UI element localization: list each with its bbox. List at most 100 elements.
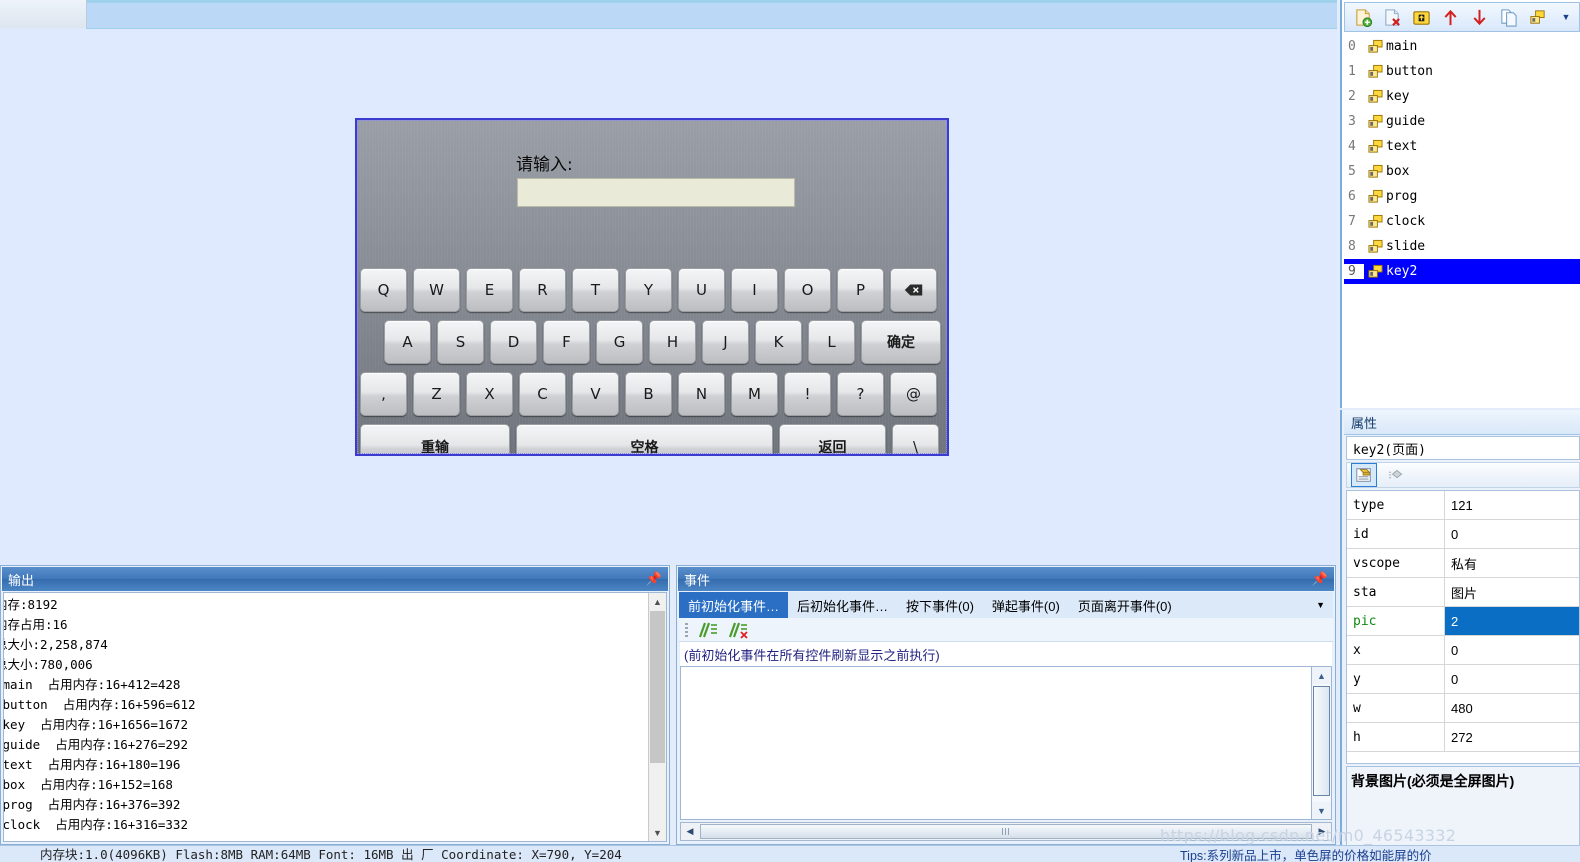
tab-page-leave-event[interactable]: 页面离开事件(0) bbox=[1069, 592, 1181, 618]
tab-pre-init-event[interactable]: 前初始化事件… bbox=[679, 592, 789, 623]
key-z[interactable]: Z bbox=[413, 372, 460, 416]
toolbar-grip[interactable] bbox=[685, 622, 688, 637]
property-row-pic[interactable]: pic 2 bbox=[1347, 607, 1579, 636]
property-row-h[interactable]: h 272 bbox=[1347, 723, 1579, 752]
property-value[interactable]: 私有 bbox=[1445, 549, 1579, 577]
page-list-item-button[interactable]: 1 button bbox=[1344, 59, 1580, 84]
key-question[interactable]: ? bbox=[837, 372, 884, 416]
key-l[interactable]: L bbox=[808, 320, 855, 364]
page-list-item-box[interactable]: 5 box bbox=[1344, 159, 1580, 184]
tab-release-event[interactable]: 弹起事件(0) bbox=[983, 592, 1069, 618]
key-q[interactable]: Q bbox=[360, 268, 407, 312]
page-list-item-key[interactable]: 2 key bbox=[1344, 84, 1580, 109]
page-list-item-main[interactable]: 0 main bbox=[1344, 34, 1580, 59]
page-list-item-clock[interactable]: 7 clock bbox=[1344, 209, 1580, 234]
key-h[interactable]: H bbox=[649, 320, 696, 364]
scroll-down-icon[interactable]: ▼ bbox=[649, 824, 666, 841]
key-retype[interactable]: 重输 bbox=[360, 424, 510, 454]
key-comma[interactable]: , bbox=[360, 372, 407, 416]
key-c[interactable]: C bbox=[519, 372, 566, 416]
key-b[interactable]: B bbox=[625, 372, 672, 416]
key-g[interactable]: G bbox=[596, 320, 643, 364]
property-row-sta[interactable]: sta 图片 bbox=[1347, 578, 1579, 607]
page-group-icon[interactable] bbox=[1527, 7, 1547, 27]
key-i[interactable]: I bbox=[731, 268, 778, 312]
tab-press-event[interactable]: 按下事件(0) bbox=[897, 592, 983, 618]
output-vertical-scrollbar[interactable]: ▲ ▼ bbox=[648, 593, 666, 841]
key-j[interactable]: J bbox=[702, 320, 749, 364]
key-f[interactable]: F bbox=[543, 320, 590, 364]
key-x[interactable]: X bbox=[466, 372, 513, 416]
page-list-item-prog[interactable]: 6 prog bbox=[1344, 184, 1580, 209]
property-value[interactable]: 0 bbox=[1445, 665, 1579, 693]
key-n[interactable]: N bbox=[678, 372, 725, 416]
remove-comment-icon[interactable] bbox=[726, 621, 748, 639]
key-space[interactable]: 空格 bbox=[516, 424, 773, 454]
property-value[interactable]: 272 bbox=[1445, 723, 1579, 751]
key-u[interactable]: U bbox=[678, 268, 725, 312]
page-list-items[interactable]: 0 main 1 button 2 key 3 guide 4 text 5 box 6 prog 7 clo… bbox=[1344, 34, 1580, 408]
scroll-up-icon[interactable]: ▲ bbox=[649, 593, 666, 610]
events-icon[interactable] bbox=[1385, 464, 1409, 486]
key-k[interactable]: K bbox=[755, 320, 802, 364]
property-value[interactable]: 121 bbox=[1445, 491, 1579, 519]
key-return[interactable]: 返回 bbox=[779, 424, 886, 454]
editor-vertical-scrollbar[interactable]: ▲ ▼ bbox=[1311, 667, 1331, 819]
key-r[interactable]: R bbox=[519, 268, 566, 312]
backspace-icon[interactable] bbox=[890, 268, 937, 312]
page-list-item-slide[interactable]: 8 slide bbox=[1344, 234, 1580, 259]
key-exclaim[interactable]: ! bbox=[784, 372, 831, 416]
key-a[interactable]: A bbox=[384, 320, 431, 364]
page-list-item-key2[interactable]: 9 key2 bbox=[1344, 259, 1580, 284]
property-row-y[interactable]: y0 bbox=[1347, 665, 1579, 694]
page-list-item-text[interactable]: 4 text bbox=[1344, 134, 1580, 159]
delete-page-icon[interactable] bbox=[1382, 7, 1402, 27]
key-s[interactable]: S bbox=[437, 320, 484, 364]
properties-icon[interactable] bbox=[1351, 463, 1377, 487]
property-value[interactable]: 图片 bbox=[1445, 578, 1579, 606]
tab-post-init-event[interactable]: 后初始化事件… bbox=[788, 592, 897, 618]
scroll-up-icon[interactable]: ▲ bbox=[1312, 667, 1331, 684]
key-w[interactable]: W bbox=[413, 268, 460, 312]
key-at[interactable]: @ bbox=[890, 372, 937, 416]
import-page-icon[interactable] bbox=[1411, 7, 1431, 27]
property-value[interactable]: 2 bbox=[1445, 607, 1579, 635]
property-row-type[interactable]: type 121 bbox=[1347, 491, 1579, 520]
scroll-down-icon[interactable]: ▼ bbox=[1312, 802, 1331, 819]
property-value[interactable]: 0 bbox=[1445, 520, 1579, 548]
move-up-icon[interactable] bbox=[1440, 7, 1460, 27]
key-y[interactable]: Y bbox=[625, 268, 672, 312]
key-e[interactable]: E bbox=[466, 268, 513, 312]
property-row-x[interactable]: x0 bbox=[1347, 636, 1579, 665]
key-m[interactable]: M bbox=[731, 372, 778, 416]
key-v[interactable]: V bbox=[572, 372, 619, 416]
device-screen-preview[interactable]: 请输入: Q W E R T Y U I O P A S D F G H J K… bbox=[355, 118, 949, 456]
key-backslash[interactable]: \ bbox=[892, 424, 939, 454]
property-value[interactable]: 0 bbox=[1445, 636, 1579, 664]
key-d[interactable]: D bbox=[490, 320, 537, 364]
page-list-item-guide[interactable]: 3 guide bbox=[1344, 109, 1580, 134]
property-row-w[interactable]: w 480 bbox=[1347, 694, 1579, 723]
property-row-vscope[interactable]: vscope 私有 bbox=[1347, 549, 1579, 578]
device-text-input[interactable] bbox=[517, 178, 795, 207]
chevron-down-icon[interactable]: ▼ bbox=[1308, 592, 1333, 618]
key-confirm[interactable]: 确定 bbox=[861, 320, 941, 364]
property-row-id[interactable]: id 0 bbox=[1347, 520, 1579, 549]
output-text-area[interactable]: 可用内存:8192 全局内存占用:16 图片总大小:2,258,874 字库总大… bbox=[3, 592, 667, 842]
event-code-editor[interactable]: ▲ ▼ bbox=[680, 666, 1332, 820]
move-down-icon[interactable] bbox=[1469, 7, 1489, 27]
scroll-thumb[interactable] bbox=[1313, 686, 1330, 796]
add-page-icon[interactable] bbox=[1353, 7, 1373, 27]
scroll-left-icon[interactable]: ◀ bbox=[681, 823, 699, 840]
scroll-thumb[interactable] bbox=[650, 611, 665, 763]
dropdown-arrow-icon[interactable]: ▼ bbox=[1556, 7, 1576, 27]
key-t[interactable]: T bbox=[572, 268, 619, 312]
property-value[interactable]: 480 bbox=[1445, 694, 1579, 722]
event-code-text[interactable] bbox=[683, 669, 1311, 817]
properties-grid[interactable]: type 121 id 0 vscope 私有 sta 图片 pic 2 x 0 y 0 w 480 h 272 bbox=[1346, 490, 1580, 764]
key-o[interactable]: O bbox=[784, 268, 831, 312]
key-p[interactable]: P bbox=[837, 268, 884, 312]
pin-icon[interactable]: 📌 bbox=[1312, 571, 1328, 587]
add-comment-icon[interactable] bbox=[696, 621, 718, 639]
pin-icon[interactable]: 📌 bbox=[646, 571, 662, 587]
